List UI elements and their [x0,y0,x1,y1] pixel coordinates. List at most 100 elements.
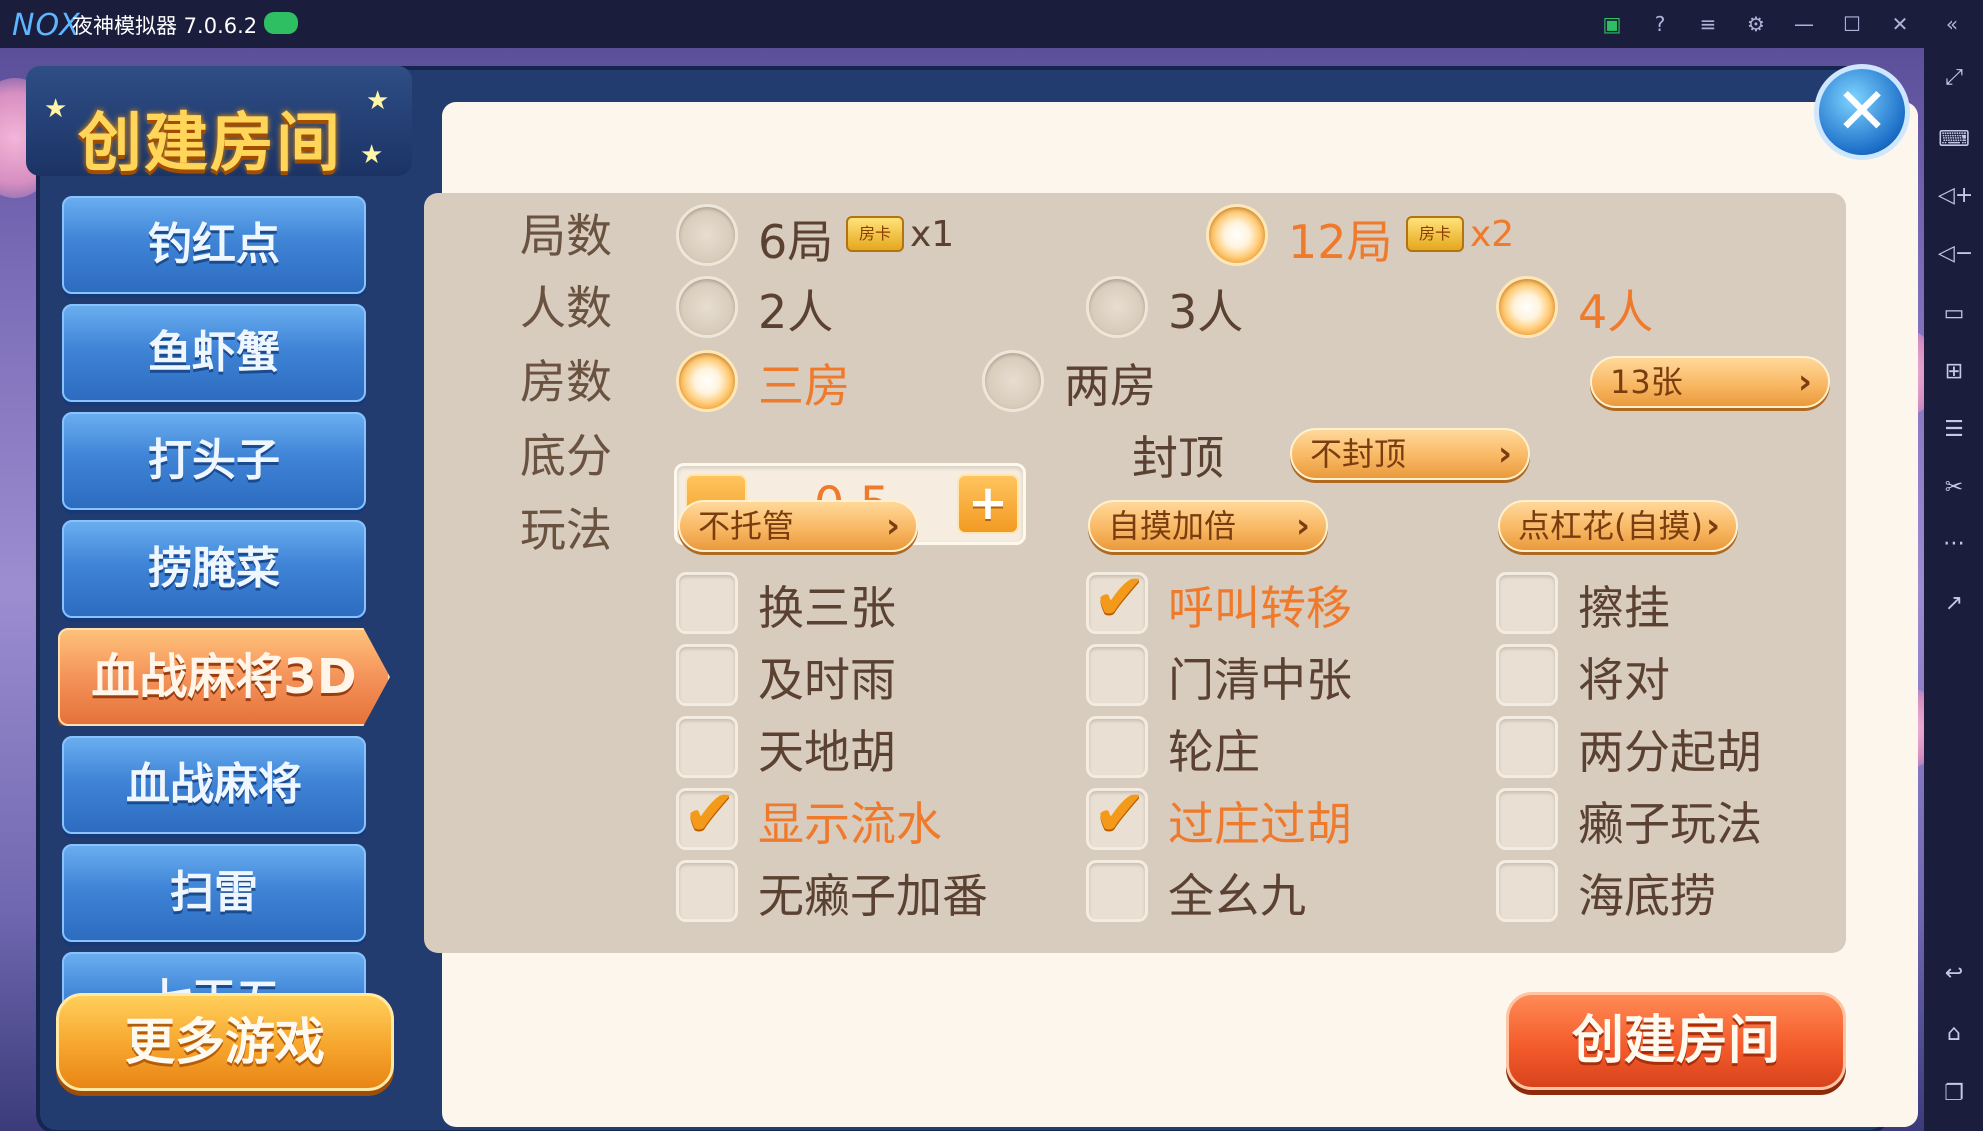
back-icon[interactable]: ↩ [1938,958,1970,990]
hosting-dropdown[interactable]: 不托管 › [678,500,918,552]
rule-checkbox[interactable] [676,644,738,706]
sync-icon[interactable]: ▣ [1598,10,1626,38]
menu-icon[interactable]: ≡ [1694,10,1722,38]
players-label: 人数 [520,281,612,335]
rule-label: 过庄过胡 [1168,797,1352,851]
game-item[interactable]: 鱼虾蟹 [62,304,366,402]
rule-label: 两分起胡 [1578,725,1762,779]
rule-checkbox[interactable] [1496,788,1558,850]
dialog-title: 创建房间 [78,107,342,181]
players-3-label: 3人 [1168,285,1244,339]
game-item[interactable]: 打头子 [62,412,366,510]
rounds-6-cost: x1 [910,214,955,255]
game-item[interactable]: 捞腌菜 [62,520,366,618]
rule-checkbox[interactable] [1086,644,1148,706]
rule-label: 换三张 [758,581,896,635]
open-external-icon[interactable]: ↗ [1938,588,1970,620]
star-icon: ★ [366,86,390,116]
fullscreen-icon[interactable]: ⤢ [1938,62,1970,94]
nox-logo: NOX [12,8,81,43]
rule-checkbox[interactable] [676,716,738,778]
game-item-active[interactable]: 血战麻将3D [58,628,390,726]
rooms-label: 房数 [520,355,612,409]
scissors-icon[interactable]: ✂ [1938,472,1970,504]
multi-instance-icon[interactable]: ☰ [1938,414,1970,446]
rounds-6-label: 6局 [758,215,834,269]
rounds-6-radio[interactable] [676,204,738,266]
minimize-icon[interactable]: — [1790,10,1818,38]
rooms-two-radio[interactable] [982,350,1044,412]
rule-label: 海底捞 [1578,869,1716,923]
game-item-label: 血战麻将3D [91,649,357,705]
more-games-label: 更多游戏 [125,1013,325,1071]
gamepad-icon[interactable] [264,12,298,34]
rounds-12-radio[interactable] [1206,204,1268,266]
rooms-three-label: 三房 [758,359,850,413]
apk-install-icon[interactable]: ⊞ [1938,356,1970,388]
rule-checkbox[interactable] [1086,716,1148,778]
help-icon[interactable]: ? [1646,10,1674,38]
rule-checkbox[interactable] [1496,716,1558,778]
rule-checkbox[interactable] [1496,860,1558,922]
create-room-label: 创建房间 [1571,1011,1780,1071]
tiles-dropdown-label: 13张 [1610,363,1683,401]
dialog-close-button[interactable]: ✕ [1814,64,1910,160]
rule-checkbox[interactable] [1086,860,1148,922]
rule-label: 呼叫转移 [1168,581,1352,635]
rule-checkbox[interactable] [1496,644,1558,706]
create-room-button[interactable]: 创建房间 [1506,992,1846,1090]
maximize-icon[interactable]: ☐ [1838,10,1866,38]
home-icon[interactable]: ⌂ [1938,1018,1970,1050]
game-item[interactable]: 血战麻将 [62,736,366,834]
game-item-label: 捞腌菜 [148,543,280,594]
tiles-dropdown[interactable]: 13张 › [1590,356,1830,408]
rule-checkbox[interactable] [676,860,738,922]
rounds-12-label: 12局 [1288,215,1393,269]
self-draw-dropdown[interactable]: 自摸加倍 › [1088,500,1328,552]
rule-label: 癞子玩法 [1578,797,1762,851]
rule-label: 天地胡 [758,725,896,779]
play-style-label: 玩法 [520,503,612,557]
rule-checkbox-checked[interactable]: ✔ [1086,561,1148,635]
close-icon[interactable]: ✕ [1886,10,1914,38]
screen-icon[interactable]: ▭ [1938,298,1970,330]
game-item-label: 鱼虾蟹 [148,327,280,378]
settings-icon[interactable]: ⚙ [1742,10,1770,38]
game-viewport: ★ ★ ★ 创建房间 ✕ 钓红点 鱼虾蟹 打头子 捞腌菜 血战麻将3D 血战麻将… [0,48,1924,1131]
hosting-dropdown-label: 不托管 [698,507,795,545]
rooms-three-radio[interactable] [676,350,738,412]
keyboard-icon[interactable]: ⌨ [1938,124,1970,156]
players-4-radio[interactable] [1496,276,1558,338]
volume-up-icon[interactable]: ◁+ [1938,180,1973,212]
cap-label: 封顶 [1132,431,1224,485]
game-item-label: 血战麻将 [126,759,302,810]
rule-checkbox-checked[interactable]: ✔ [676,777,738,851]
game-item[interactable]: 扫雷 [62,844,366,942]
increment-button[interactable]: + [957,474,1019,534]
game-item-label: 打头子 [148,435,280,486]
recent-apps-icon[interactable]: ❐ [1938,1078,1970,1110]
more-icon[interactable]: ⋯ [1938,528,1970,560]
game-item[interactable]: 钓红点 [62,196,366,294]
players-4-label: 4人 [1578,285,1654,339]
rounds-12-cost: x2 [1470,214,1515,255]
players-2-radio[interactable] [676,276,738,338]
game-list[interactable]: 钓红点 鱼虾蟹 打头子 捞腌菜 血战麻将3D 血战麻将 扫雷 七王五 [58,196,390,1016]
chevron-right-icon: › [1497,434,1512,474]
volume-down-icon[interactable]: ◁− [1938,238,1973,270]
emulator-sidebar: ⤢ ⌨ ◁+ ◁− ▭ ⊞ ☰ ✂ ⋯ ↗ ↩ ⌂ ❐ [1924,48,1983,1131]
collapse-icon[interactable]: « [1938,10,1966,38]
rule-label: 门清中张 [1168,653,1352,707]
players-3-radio[interactable] [1086,276,1148,338]
app-title: 夜神模拟器 7.0.6.2 [72,14,258,38]
base-score-label: 底分 [520,429,612,483]
room-card-icon: 房卡 [846,216,904,252]
more-games-button[interactable]: 更多游戏 [56,993,394,1091]
game-item-label: 扫雷 [170,867,258,918]
rule-checkbox-checked[interactable]: ✔ [1086,777,1148,851]
rule-checkbox[interactable] [1496,572,1558,634]
cap-dropdown[interactable]: 不封顶 › [1290,428,1530,480]
players-2-label: 2人 [758,285,834,339]
kong-flower-dropdown[interactable]: 点杠花(自摸) › [1498,500,1738,552]
rule-checkbox[interactable] [676,572,738,634]
